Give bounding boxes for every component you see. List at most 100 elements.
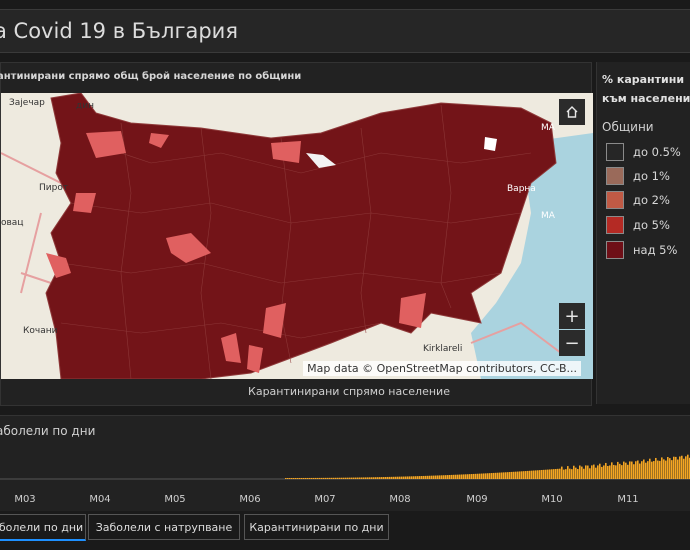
daily-bar (347, 477, 349, 479)
daily-bar (365, 477, 367, 479)
daily-bar (429, 475, 431, 479)
daily-bar (655, 457, 657, 479)
label-edge-2: МА (541, 211, 556, 221)
daily-bar (563, 469, 565, 479)
legend-item: до 0.5% (606, 142, 681, 162)
daily-bar (541, 469, 543, 479)
daily-bar (685, 456, 687, 479)
daily-bar (643, 459, 645, 479)
daily-cases-chart[interactable]: M03 M04 M05 M06 M07 M08 M09 M10 M11 (0, 431, 690, 511)
zoom-out-button[interactable]: − (559, 330, 585, 356)
daily-bar (393, 476, 395, 479)
daily-bar (539, 470, 541, 479)
daily-bar (631, 461, 633, 479)
daily-bar (319, 477, 321, 479)
daily-bar (611, 462, 613, 479)
daily-bar (443, 475, 445, 479)
daily-bar (507, 472, 509, 479)
daily-bar (545, 469, 547, 479)
daily-bar (569, 468, 571, 479)
daily-bar (405, 476, 407, 479)
daily-bar (311, 477, 313, 479)
daily-bar (359, 477, 361, 479)
daily-bar (367, 477, 369, 479)
daily-bar (483, 473, 485, 479)
legend-swatch (606, 167, 624, 185)
month-label: M08 (389, 494, 410, 505)
daily-bar (317, 477, 319, 479)
map-panel: антинирани спрямо общ брой население по … (0, 62, 593, 406)
daily-bar (397, 476, 399, 479)
month-label: M09 (466, 494, 487, 505)
legend-title: % карантини към население (602, 73, 690, 105)
daily-bar (565, 469, 567, 479)
daily-bar (355, 477, 357, 479)
label-din: дин (76, 101, 94, 111)
daily-bar (329, 477, 331, 479)
daily-bar (465, 474, 467, 479)
daily-bar (593, 464, 595, 479)
daily-bar (363, 477, 365, 479)
label-varna: Варна (507, 184, 536, 194)
daily-bar (595, 467, 597, 479)
daily-bar (345, 477, 347, 479)
daily-bar (457, 474, 459, 479)
daily-bar (679, 456, 681, 479)
daily-bar (579, 465, 581, 479)
tab-cumulative-cases[interactable]: Заболели с натрупване (88, 514, 240, 540)
home-button[interactable] (559, 99, 585, 125)
daily-bar (557, 468, 559, 479)
daily-bar (285, 478, 287, 479)
daily-bar (399, 476, 401, 479)
daily-bar (439, 475, 441, 479)
daily-bar (413, 476, 415, 479)
daily-bar (681, 455, 683, 479)
map-canvas[interactable]: Зајечар дин Пирот овац Кочани Kirklareli… (1, 93, 593, 379)
daily-bar (637, 460, 639, 479)
daily-bar (531, 470, 533, 479)
daily-bar (547, 469, 549, 479)
daily-bar (445, 475, 447, 479)
dashboard-title: а Covid 19 в България (0, 19, 238, 43)
map-view[interactable]: Зајечар дин Пирот овац Кочани Kirklareli… (1, 93, 593, 379)
daily-bar (499, 472, 501, 479)
daily-bar (533, 470, 535, 479)
daily-bar (513, 471, 515, 479)
daily-bar (573, 465, 575, 479)
daily-bar (291, 477, 293, 479)
daily-bar (427, 475, 429, 479)
zoom-in-button[interactable]: + (559, 303, 585, 329)
tab-daily-cases[interactable]: болели по дни (0, 514, 86, 541)
daily-bar (379, 477, 381, 479)
tab-quarantined-daily[interactable]: Карантинирани по дни (244, 514, 389, 540)
daily-bar (295, 477, 297, 479)
daily-bar (451, 474, 453, 479)
daily-bar (415, 476, 417, 479)
legend-item: до 1% (606, 166, 670, 186)
daily-bar (653, 461, 655, 479)
daily-bar (337, 477, 339, 479)
daily-bar (575, 467, 577, 479)
daily-bar (583, 468, 585, 479)
daily-bar (463, 474, 465, 479)
daily-bar (523, 471, 525, 479)
daily-bar (543, 469, 545, 479)
daily-bar (497, 472, 499, 479)
daily-bar (669, 458, 671, 479)
daily-bar (551, 469, 553, 479)
daily-bar (431, 475, 433, 479)
daily-bar (351, 477, 353, 479)
daily-bar (553, 469, 555, 479)
daily-bar (609, 465, 611, 479)
daily-bar (433, 475, 435, 479)
daily-bar (485, 473, 487, 479)
daily-bar (535, 470, 537, 479)
daily-bar (673, 456, 675, 479)
label-edge-1: МА (541, 123, 556, 133)
daily-bar (373, 477, 375, 479)
month-label: M06 (239, 494, 260, 505)
daily-bar (633, 464, 635, 479)
daily-bar (377, 477, 379, 479)
daily-bar (515, 471, 517, 479)
legend-item: до 2% (606, 190, 670, 210)
